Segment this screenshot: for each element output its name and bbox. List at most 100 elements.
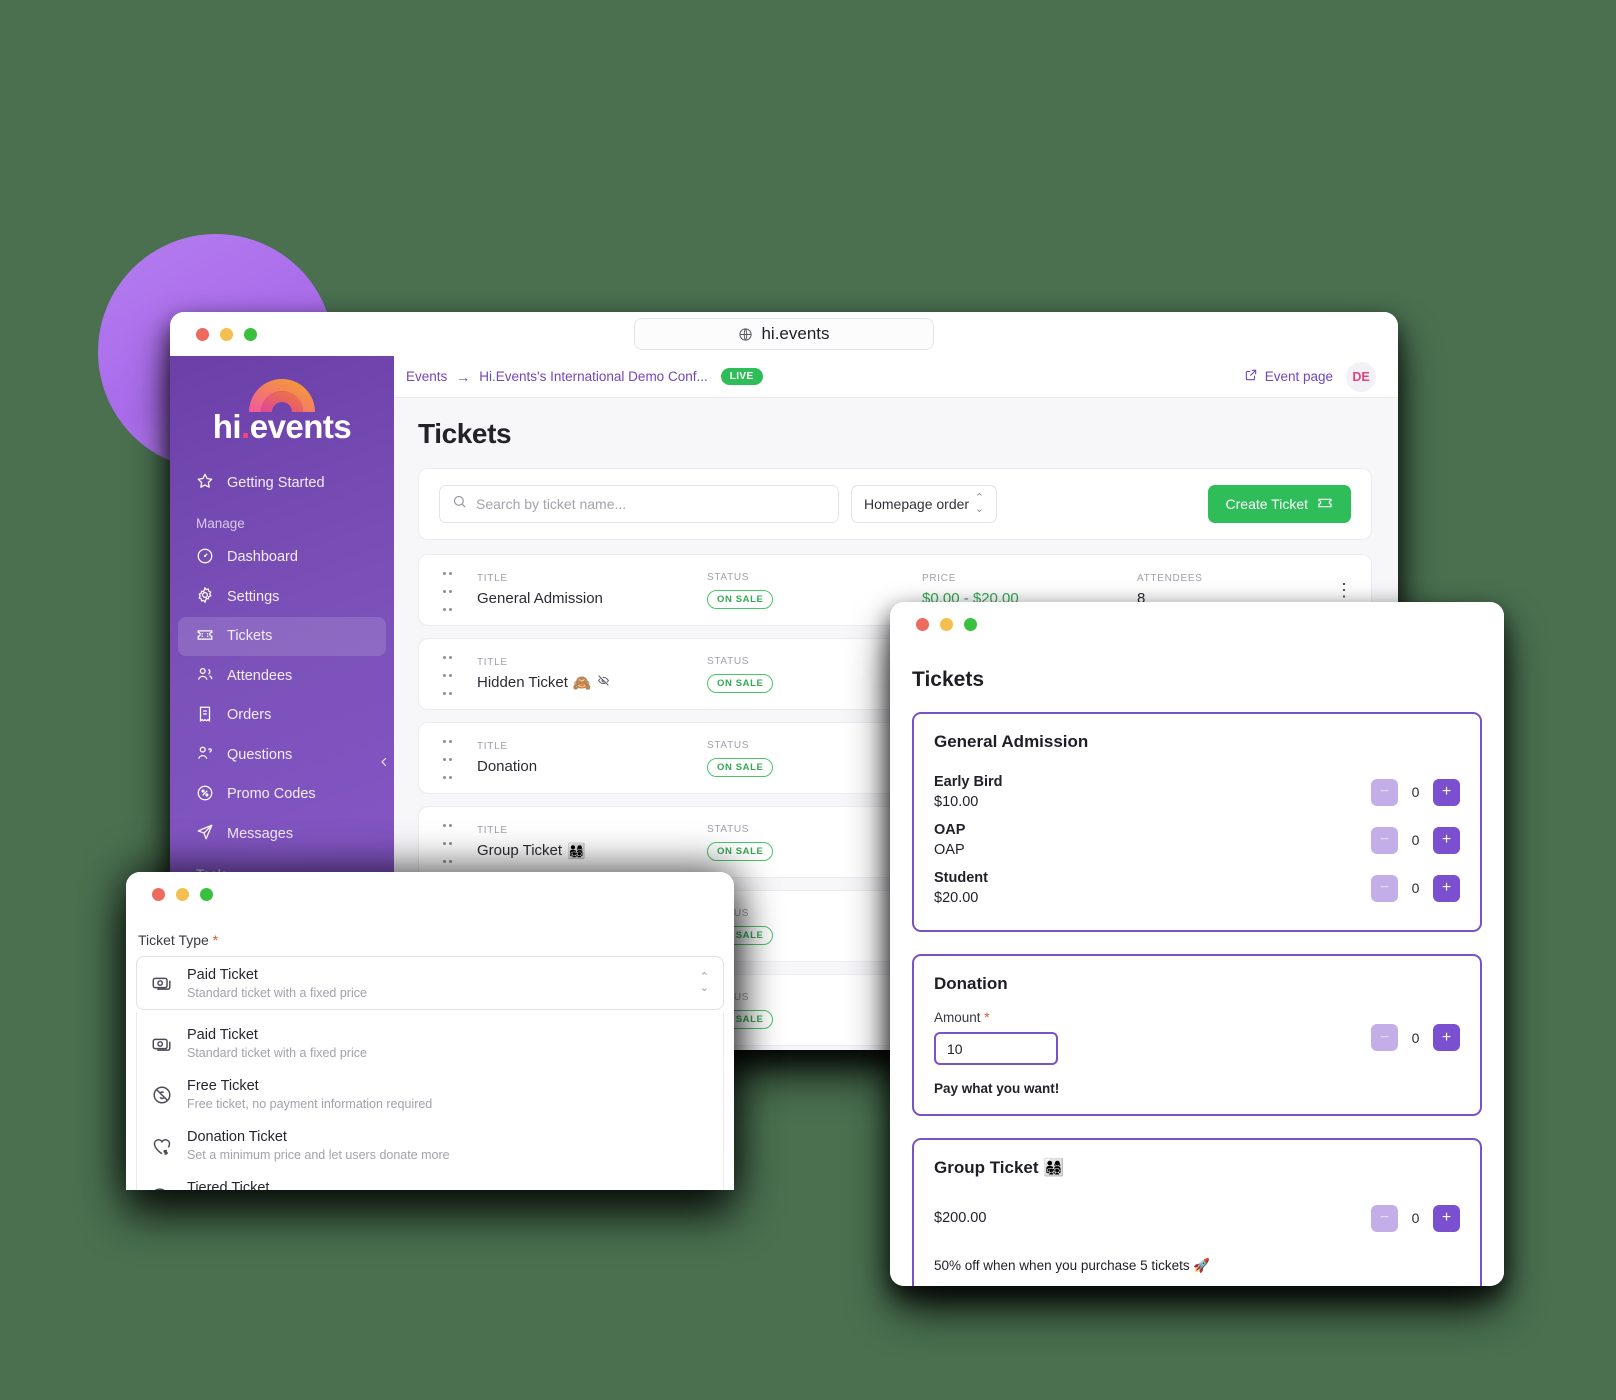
- money-ticket-icon: [151, 1033, 173, 1055]
- decrement-button[interactable]: −: [1371, 826, 1398, 854]
- option-desc: Free ticket, no payment information requ…: [187, 1097, 433, 1111]
- sidebar-item-label: Tickets: [227, 628, 273, 644]
- sidebar-collapse-button[interactable]: [376, 756, 392, 772]
- drag-handle-icon[interactable]: [441, 647, 455, 701]
- option-desc: Standard ticket with a fixed price: [187, 1046, 367, 1060]
- option-free-ticket[interactable]: Free Ticket Free ticket, no payment info…: [137, 1069, 723, 1120]
- drag-handle-icon[interactable]: [441, 815, 455, 869]
- quantity-value: 0: [1411, 1210, 1420, 1226]
- sidebar-item-dashboard[interactable]: Dashboard: [178, 538, 386, 578]
- minimize-window-button[interactable]: [940, 617, 953, 631]
- sidebar-item-label: Dashboard: [227, 549, 298, 565]
- ticket-card-name: General Admission: [934, 732, 1089, 751]
- logo-wordmark: hi.events: [212, 408, 352, 445]
- ticket-icon: [1317, 495, 1333, 514]
- minimize-window-button[interactable]: [176, 887, 189, 901]
- tier-price: $10.00: [934, 794, 979, 810]
- avatar[interactable]: DE: [1346, 361, 1376, 392]
- drag-handle-icon[interactable]: [441, 731, 455, 785]
- sidebar-item-getting-started[interactable]: Getting Started: [178, 463, 386, 503]
- sidebar-item-questions[interactable]: Questions: [178, 735, 386, 775]
- search-placeholder: Search by ticket name...: [476, 496, 627, 512]
- option-tiered-ticket[interactable]: Tiered Ticket Multiple price options. Pe…: [137, 1171, 723, 1190]
- sidebar-item-label: Settings: [227, 588, 280, 605]
- increment-button[interactable]: +: [1433, 1204, 1460, 1232]
- close-window-button[interactable]: [152, 887, 165, 901]
- donation-row: Amount * 10 − 0 +: [934, 1010, 1460, 1065]
- tier-name: Student: [934, 870, 988, 886]
- column-header-title: TITLE: [477, 824, 508, 836]
- ticket-name: Group Ticket 👨‍👩‍👧‍👦: [477, 842, 586, 860]
- group-row: $200.00 − 0 +: [934, 1194, 1460, 1242]
- ticket-name: Donation: [477, 758, 538, 775]
- sidebar-item-messages[interactable]: Messages: [178, 814, 386, 854]
- search-input[interactable]: Search by ticket name...: [439, 485, 839, 523]
- option-donation-ticket[interactable]: Donation Ticket Set a minimum price and …: [137, 1120, 723, 1171]
- quantity-stepper: − 0 +: [1371, 1024, 1460, 1051]
- group-note: 50% off when when you purchase 5 tickets…: [934, 1258, 1211, 1273]
- event-page-button[interactable]: Event page: [1244, 368, 1333, 385]
- sidebar-item-tickets[interactable]: Tickets: [178, 616, 386, 656]
- external-link-icon: [1244, 368, 1258, 385]
- increment-button[interactable]: +: [1433, 826, 1460, 854]
- quantity-value: 0: [1411, 880, 1420, 896]
- sort-select[interactable]: Homepage order ⌃ ⌄: [851, 485, 997, 523]
- search-icon: [452, 494, 467, 514]
- chevron-updown-icon: ⌃ ⌄: [699, 971, 709, 994]
- column-header-title: TITLE: [477, 573, 508, 584]
- drag-handle-icon[interactable]: [441, 563, 455, 617]
- close-window-button[interactable]: [196, 327, 209, 341]
- tier-name: Early Bird: [934, 774, 1003, 790]
- address-bar[interactable]: hi.events: [634, 318, 934, 350]
- increment-button[interactable]: +: [1433, 778, 1460, 806]
- cell-title: TITLE Hidden Ticket 🙈: [477, 657, 707, 692]
- eye-off-icon: [597, 674, 610, 691]
- breadcrumb-events-link[interactable]: Events: [406, 369, 447, 384]
- users-icon: [196, 665, 214, 687]
- sidebar-item-attendees[interactable]: Attendees: [178, 656, 386, 696]
- app-logo[interactable]: hi.events: [170, 364, 394, 463]
- option-paid-ticket[interactable]: Paid Ticket Standard ticket with a fixed…: [137, 1018, 723, 1069]
- gauge-icon: [196, 547, 214, 569]
- quantity-value: 0: [1411, 784, 1420, 800]
- stacked-coins-icon: [151, 1186, 173, 1190]
- decrement-button[interactable]: −: [1371, 874, 1398, 902]
- minimize-window-button[interactable]: [220, 327, 233, 341]
- maximize-window-button[interactable]: [200, 887, 213, 901]
- maximize-window-button[interactable]: [244, 327, 257, 341]
- chevron-updown-icon: ⌃ ⌄: [974, 492, 984, 515]
- traffic-lights[interactable]: [126, 887, 213, 901]
- tier-row: OAP OAP − 0 +: [934, 816, 1460, 864]
- sidebar-item-label: Questions: [227, 746, 293, 763]
- sidebar-item-orders[interactable]: Orders: [178, 696, 386, 736]
- required-asterisk: *: [212, 932, 219, 948]
- topbar-actions: Event page DE: [1244, 361, 1376, 392]
- maximize-window-button[interactable]: [964, 617, 977, 631]
- cell-title: TITLE General Admission: [477, 573, 707, 607]
- sidebar-item-promo-codes[interactable]: Promo Codes: [178, 775, 386, 815]
- tickets-toolbar: Search by ticket name... Homepage order …: [418, 468, 1372, 540]
- ticket-type-select[interactable]: Paid Ticket Standard ticket with a fixed…: [136, 956, 724, 1010]
- ticket-type-options-menu: Paid Ticket Standard ticket with a fixed…: [136, 1012, 724, 1190]
- close-window-button[interactable]: [916, 617, 929, 631]
- increment-button[interactable]: +: [1433, 874, 1460, 902]
- amount-field[interactable]: 10: [934, 1032, 1058, 1065]
- breadcrumb-event-link[interactable]: Hi.Events's International Demo Conf...: [479, 369, 707, 384]
- receipt-icon: [196, 705, 214, 727]
- create-ticket-button[interactable]: Create Ticket: [1207, 485, 1351, 523]
- status-badge: ON SALE: [707, 757, 774, 777]
- traffic-lights[interactable]: [890, 617, 977, 631]
- tier-row: Early Bird $10.00 − 0 +: [934, 768, 1460, 816]
- status-badge: ON SALE: [707, 589, 774, 609]
- no-money-icon: [151, 1084, 173, 1106]
- sidebar-item-settings[interactable]: Settings: [178, 577, 386, 617]
- increment-button[interactable]: +: [1433, 1024, 1460, 1051]
- option-name: Tiered Ticket: [187, 1180, 270, 1190]
- sort-select-value: Homepage order: [864, 496, 970, 512]
- decrement-button[interactable]: −: [1371, 778, 1398, 806]
- more-vertical-icon[interactable]: ⋮: [1335, 581, 1353, 599]
- decrement-button[interactable]: −: [1371, 1204, 1398, 1232]
- ticket-card-general-admission: General Admission Early Bird $10.00 − 0 …: [912, 712, 1482, 932]
- traffic-lights[interactable]: [170, 327, 257, 341]
- decrement-button[interactable]: −: [1371, 1024, 1398, 1051]
